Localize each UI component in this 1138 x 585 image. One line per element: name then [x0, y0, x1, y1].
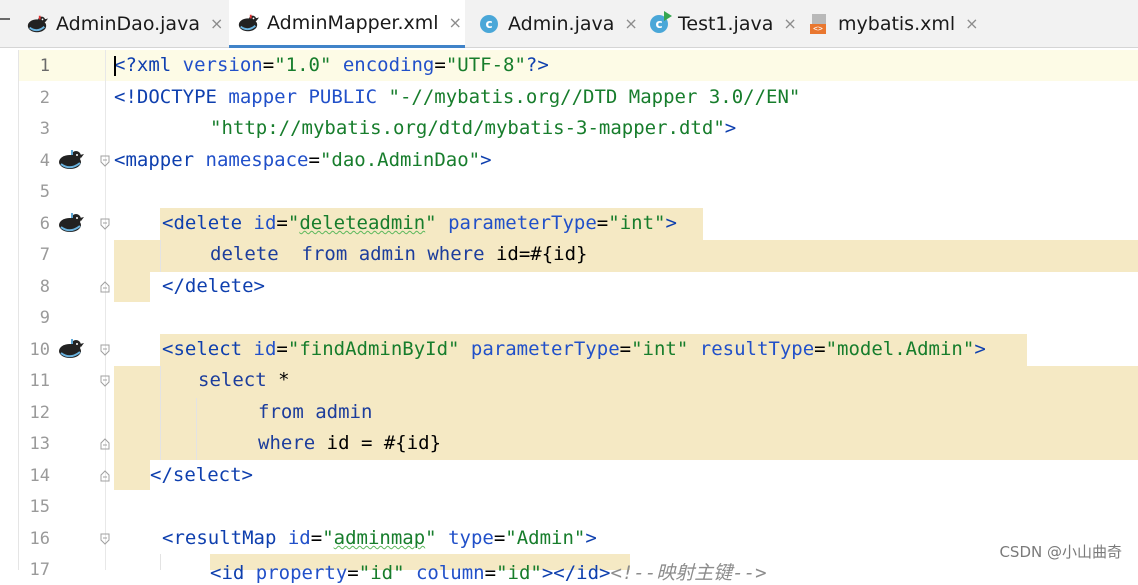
- close-tab-icon[interactable]: ×: [624, 14, 637, 33]
- indent-guide: [160, 554, 161, 570]
- code-editor[interactable]: 1 2 3 4 5 6 7 8 9 10 11 12 13 14 15 16 1…: [0, 50, 1138, 584]
- indent-guide: [160, 366, 161, 460]
- indent-guide: [196, 398, 197, 460]
- fold-icon[interactable]: [100, 281, 110, 293]
- fold-icon[interactable]: [100, 533, 110, 545]
- xml-file-icon: <>: [808, 13, 830, 35]
- line-number: 2: [39, 88, 50, 108]
- class-glyph: c: [480, 14, 498, 33]
- line-number: 7: [39, 245, 50, 265]
- code-line-13: where id = #{id}: [258, 432, 442, 454]
- statement-highlight: [114, 460, 150, 490]
- code-line-17: <id property="id" column="id"></id><!--映…: [210, 562, 767, 584]
- tab-mybatis-xml[interactable]: <> mybatis.xml ×: [808, 0, 979, 47]
- run-badge-icon: [664, 10, 672, 21]
- tab-bar-left-edge: [0, 18, 10, 20]
- line-number: 13: [29, 434, 50, 454]
- close-tab-icon[interactable]: ×: [449, 13, 462, 32]
- java-class-icon: c: [478, 13, 500, 35]
- tab-admin-java[interactable]: c Admin.java ×: [478, 0, 638, 47]
- text-cursor: [114, 55, 116, 76]
- fold-icon[interactable]: [100, 470, 110, 482]
- tab-label: AdminMapper.xml: [267, 11, 439, 34]
- line-number: 8: [39, 277, 50, 297]
- code-line-10: <select id="findAdminById" parameterType…: [162, 338, 986, 360]
- line-number: 5: [39, 182, 50, 202]
- code-line-1: <?xml version="1.0" encoding="UTF-8"?>: [114, 54, 549, 76]
- line-number: 1: [39, 56, 50, 76]
- code-line-3: "http://mybatis.org/dtd/mybatis-3-mapper…: [210, 117, 737, 139]
- tab-admindao-java[interactable]: AdminDao.java ×: [26, 0, 223, 47]
- code-line-8: </delete>: [162, 275, 265, 297]
- fold-icon[interactable]: [100, 155, 110, 167]
- line-number: 10: [29, 340, 50, 360]
- code-line-4: <mapper namespace="dao.AdminDao">: [114, 149, 492, 171]
- xml-glyph: <>: [810, 23, 826, 34]
- mybatis-bird-icon[interactable]: [58, 149, 84, 171]
- tab-adminmapper-xml[interactable]: AdminMapper.xml ×: [229, 0, 465, 48]
- mybatis-bird-icon[interactable]: [58, 338, 84, 360]
- line-number: 15: [29, 497, 50, 517]
- java-runnable-class-icon: c: [648, 10, 672, 35]
- tab-label: AdminDao.java: [56, 12, 200, 35]
- class-glyph: c: [655, 16, 663, 31]
- fold-icon[interactable]: [100, 375, 110, 387]
- line-number: 3: [39, 119, 50, 139]
- fold-icon[interactable]: [100, 218, 110, 230]
- tab-test1-java[interactable]: c Test1.java ×: [648, 0, 797, 47]
- code-line-11: select *: [198, 369, 290, 391]
- line-number: 11: [29, 371, 50, 391]
- line-number: 17: [29, 560, 50, 580]
- fold-icon[interactable]: [100, 344, 110, 356]
- line-number: 6: [39, 214, 50, 234]
- editor-tab-bar: AdminDao.java × AdminMapper.xml × c Admi…: [0, 0, 1138, 48]
- mybatis-bird-icon: [237, 12, 259, 34]
- line-number: 12: [29, 403, 50, 423]
- line-number: 16: [29, 529, 50, 549]
- close-tab-icon[interactable]: ×: [783, 14, 796, 33]
- tab-label: Test1.java: [678, 12, 774, 35]
- code-line-14: </select>: [150, 464, 253, 486]
- gutter-separator: [105, 50, 106, 570]
- csdn-watermark: CSDN @小山曲奇: [999, 543, 1122, 561]
- tab-label: Admin.java: [508, 12, 615, 35]
- close-tab-icon[interactable]: ×: [210, 14, 223, 33]
- mybatis-bird-icon[interactable]: [58, 212, 84, 234]
- line-number: 4: [39, 151, 50, 171]
- line-number: 14: [29, 466, 50, 486]
- line-number: 9: [39, 308, 50, 328]
- tab-label: mybatis.xml: [838, 12, 956, 35]
- mybatis-bird-icon: [26, 13, 48, 35]
- indent-guide: [160, 240, 161, 272]
- code-line-12: from admin: [258, 401, 373, 423]
- code-line-6: <delete id="deleteadmin" parameterType="…: [162, 212, 677, 234]
- code-line-2: <!DOCTYPE mapper PUBLIC "-//mybatis.org/…: [114, 86, 801, 108]
- statement-highlight: [114, 272, 150, 302]
- code-line-7: delete from admin where id=#{id}: [210, 243, 588, 265]
- close-tab-icon[interactable]: ×: [965, 14, 978, 33]
- fold-icon[interactable]: [100, 438, 110, 450]
- code-line-16: <resultMap id="adminmap" type="Admin">: [162, 527, 597, 549]
